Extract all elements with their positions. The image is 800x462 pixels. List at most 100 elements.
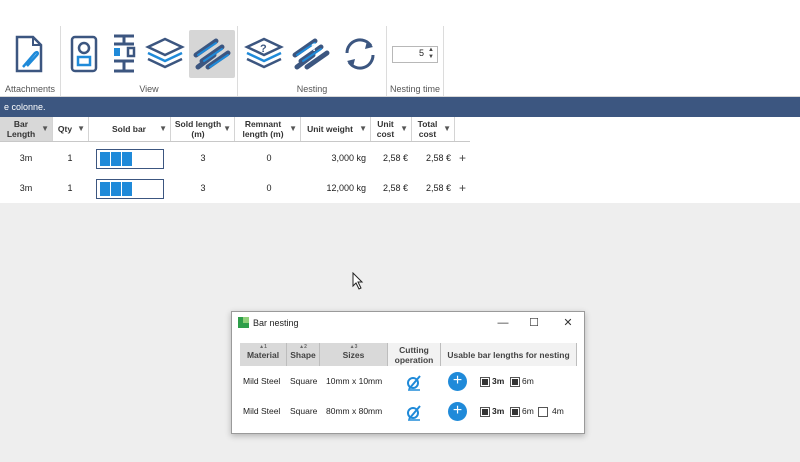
close-button[interactable]: ✕	[559, 315, 577, 331]
filter-icon[interactable]: ▼	[159, 124, 167, 134]
svg-text:?: ?	[260, 43, 267, 55]
add-bar-length-button[interactable]: +	[448, 402, 467, 421]
cell-bar-length: 3m	[19, 183, 33, 193]
table-row[interactable]: 3m 1 3 0 3,000 kg 2,58 € 2,58 € +	[0, 143, 470, 173]
layers-question-button[interactable]: ?	[240, 30, 286, 78]
svg-text:?: ?	[311, 42, 318, 54]
bar-bundle-icon	[193, 38, 231, 70]
ribbon-group-label: Nesting time	[389, 84, 441, 94]
profile-view-button[interactable]	[65, 30, 105, 78]
checkbox-length-3m[interactable]	[480, 377, 490, 387]
cell-unit-cost: 2,58 €	[382, 153, 408, 163]
dialog-title: Bar nesting	[253, 318, 299, 328]
checkbox-length-3m[interactable]	[480, 407, 490, 417]
bar-lengths-table: ▲1 Material ▲2 Shape ▲3 Sizes Cutting op…	[240, 343, 577, 426]
ribbon-group-label: Nesting	[296, 84, 328, 94]
cell-sold-length: 3	[200, 183, 206, 193]
profile-view-icon	[70, 35, 98, 73]
add-row-icon[interactable]: +	[459, 143, 466, 173]
bar-bundle-question-button[interactable]: ?	[288, 30, 334, 78]
cell-unit-weight: 3,000 kg	[331, 153, 366, 163]
cell-shape: Square	[290, 376, 318, 386]
attachment-document-icon	[15, 35, 43, 73]
table-row[interactable]: Mild Steel Square 80mm x 80mm + 3m 6m 4m	[240, 397, 576, 426]
col-qty[interactable]: Qty ▼	[52, 117, 89, 141]
table-row[interactable]: Mild Steel Square 10mm x 10mm + 3m 6m	[240, 367, 576, 396]
table-row[interactable]: 3m 1 3 0 12,000 kg 2,58 € 2,58 € +	[0, 173, 470, 203]
filter-icon[interactable]: ▼	[77, 124, 85, 134]
col-sizes[interactable]: ▲3 Sizes	[320, 343, 388, 366]
cutting-operation-icon[interactable]	[405, 373, 423, 391]
sold-bar-graphic	[96, 149, 164, 169]
layers-view-button[interactable]	[141, 30, 187, 78]
cell-sizes: 10mm x 10mm	[326, 376, 383, 386]
filter-icon[interactable]: ▼	[223, 124, 231, 134]
cell-qty: 1	[67, 153, 73, 163]
nesting-time-value: 5	[418, 48, 424, 58]
col-sold-length[interactable]: Sold length (m) ▼	[170, 117, 235, 141]
cell-remnant-length: 0	[266, 183, 272, 193]
minimize-button[interactable]: —	[494, 315, 512, 331]
filter-icon[interactable]: ▼	[359, 124, 367, 134]
col-remnant-length[interactable]: Remnant length (m) ▼	[234, 117, 301, 141]
sort-indicator-icon: ▲2	[299, 344, 307, 350]
bar-bundle-button[interactable]	[189, 30, 235, 78]
ribbon-group-attachments: Attachments	[0, 26, 61, 96]
cell-total-cost: 2,58 €	[425, 183, 451, 193]
col-unit-weight[interactable]: Unit weight ▼	[300, 117, 371, 141]
length-label: 3m	[492, 406, 505, 416]
filter-icon[interactable]: ▼	[289, 124, 297, 134]
bar-shapes-icon	[114, 34, 136, 73]
nesting-results-grid: Bar Length ▼ Qty ▼ Sold bar ▼ Sold length (…	[0, 117, 800, 203]
maximize-button[interactable]: ☐	[525, 315, 543, 331]
layers-question-icon: ?	[244, 37, 284, 69]
col-total-cost[interactable]: Total cost ▼	[411, 117, 455, 141]
cell-qty: 1	[67, 183, 73, 193]
col-usable-bar-lengths[interactable]: Usable bar lengths for nesting	[441, 343, 577, 366]
grid-header: Bar Length ▼ Qty ▼ Sold bar ▼ Sold length (…	[0, 117, 470, 142]
cell-sizes: 80mm x 80mm	[326, 406, 383, 416]
bar-shapes-button[interactable]	[105, 30, 143, 78]
app-logo-icon	[238, 317, 249, 328]
filter-icon[interactable]: ▼	[41, 124, 49, 134]
ribbon-group-label: Attachments	[4, 84, 56, 94]
filter-icon[interactable]: ▼	[443, 124, 451, 134]
cell-sold-length: 3	[200, 153, 206, 163]
refresh-nesting-button[interactable]	[336, 30, 382, 78]
col-sold-bar[interactable]: Sold bar ▼	[88, 117, 171, 141]
ribbon-group-nesting: ? ? Nesting	[238, 26, 387, 96]
cell-remnant-length: 0	[266, 153, 272, 163]
cell-bar-length: 3m	[19, 153, 33, 163]
nesting-time-spinner[interactable]: 5 ▲ ▼	[392, 46, 438, 63]
checkbox-length-6m[interactable]	[510, 407, 520, 417]
attachments-button[interactable]	[6, 30, 52, 78]
cell-unit-cost: 2,58 €	[382, 183, 408, 193]
banner-text: e colonne.	[4, 102, 46, 112]
length-label: 4m	[552, 406, 564, 416]
filter-icon[interactable]: ▼	[400, 124, 408, 134]
col-unit-cost[interactable]: Unit cost ▼	[370, 117, 412, 141]
col-bar-length[interactable]: Bar Length ▼	[0, 117, 53, 141]
spinner-arrows-icon[interactable]: ▲ ▼	[428, 47, 434, 61]
mouse-cursor-icon	[352, 272, 364, 290]
ribbon-group-view: View	[61, 26, 238, 96]
length-label: 6m	[522, 406, 534, 416]
title-strip	[0, 0, 800, 27]
checkbox-length-4m[interactable]	[538, 407, 548, 417]
length-label: 6m	[522, 376, 534, 386]
ribbon: Attachments View ? ? Nesting Nesting tim…	[0, 26, 800, 97]
refresh-icon	[345, 38, 375, 70]
checkbox-length-6m[interactable]	[510, 377, 520, 387]
sort-indicator-icon: ▲3	[349, 344, 358, 350]
cell-material: Mild Steel	[243, 406, 281, 416]
layers-view-icon	[145, 37, 185, 69]
col-cutting-operation[interactable]: Cutting operation	[388, 343, 441, 366]
col-material[interactable]: ▲1 Material	[240, 343, 287, 366]
add-bar-length-button[interactable]: +	[448, 372, 467, 391]
col-shape[interactable]: ▲2 Shape	[287, 343, 320, 366]
bar-nesting-dialog: Bar nesting — ☐ ✕ ▲1 Material ▲2 Shape ▲…	[231, 311, 585, 434]
cutting-operation-icon[interactable]	[405, 403, 423, 421]
sort-indicator-icon: ▲1	[259, 344, 267, 350]
dialog-title-bar[interactable]: Bar nesting — ☐ ✕	[232, 312, 584, 334]
add-row-icon[interactable]: +	[459, 173, 466, 203]
